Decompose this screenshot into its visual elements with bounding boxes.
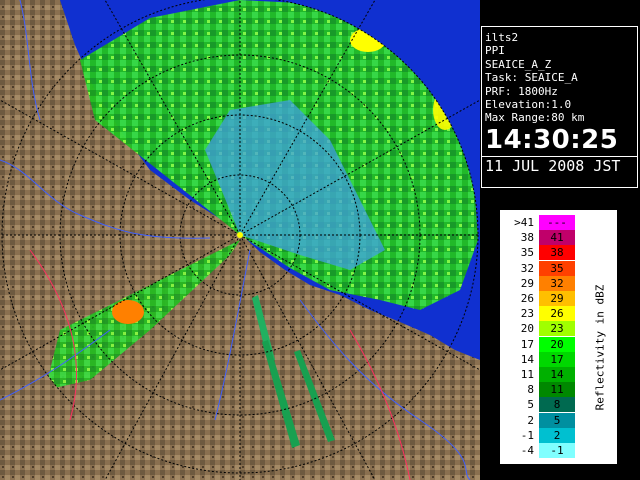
legend-high-value: 11 — [550, 383, 564, 397]
legend-low-value: 2 — [527, 413, 534, 427]
legend-row: 38 41 — [502, 230, 582, 246]
legend-low-value: 8 — [527, 383, 534, 397]
legend-row: -1 2 — [502, 427, 582, 443]
legend-row: -4 -1 — [502, 443, 582, 458]
legend-row: 32 35 — [502, 260, 582, 276]
legend-high-value: 14 — [550, 368, 564, 381]
legend-high-value: 41 — [550, 231, 564, 245]
legend-low-value: 14 — [520, 352, 534, 366]
legend-row: 25 — [502, 412, 582, 428]
legend-row: 20 23 — [502, 321, 582, 337]
legend-low-value: 20 — [520, 322, 534, 336]
site-name: ilts2 — [485, 31, 519, 44]
legend-low-value: -1 — [520, 428, 534, 442]
echo-core-orange — [112, 300, 144, 324]
elevation-value: Elevation:1.0 — [485, 98, 572, 112]
legend-row: 35 38 — [502, 245, 582, 261]
legend-row: 17 20 — [502, 336, 582, 352]
legend-unit-label: Reflectivity in dBZ — [583, 231, 617, 463]
legend-low-value: 5 — [527, 398, 534, 412]
legend-high-value: 29 — [550, 292, 564, 305]
scan-info-panel: ilts2 PPI SEAICE_A_Z Task: SEAICE_A PRF:… — [481, 26, 638, 188]
legend-row: 8 11 — [502, 382, 582, 398]
product-name: SEAICE_A_Z — [485, 57, 552, 71]
legend-high-value: 26 — [550, 307, 564, 321]
radar-site-marker — [237, 232, 243, 238]
legend-low-value: 26 — [520, 292, 534, 305]
legend-high-value: -1 — [550, 444, 564, 457]
legend-low-value: >41 — [514, 216, 534, 229]
legend-high-value: 5 — [553, 413, 561, 427]
legend-low-value: 17 — [520, 337, 534, 351]
legend-high-value: 38 — [550, 246, 564, 260]
legend-high-value: 17 — [550, 352, 564, 366]
task-name: Task: SEAICE_A — [485, 71, 578, 85]
legend-row: >41 --- — [502, 215, 582, 230]
legend-low-value: 29 — [520, 276, 534, 290]
legend-row: 23 26 — [502, 306, 582, 322]
legend-high-value: --- — [547, 216, 567, 229]
reflectivity-legend: >41 --- 38 41 35 38 32 35 29 32 26 29 23 26 20 23 17 20 14… — [500, 210, 617, 464]
legend-low-value: 23 — [520, 307, 534, 321]
radar-ppi-display — [0, 0, 480, 480]
legend-low-value: 38 — [520, 231, 534, 245]
legend-low-value: 32 — [520, 261, 534, 275]
legend-high-value: 32 — [550, 276, 564, 290]
legend-row: 11 14 — [502, 367, 582, 382]
scan-date: 11 JUL 2008 JST — [482, 155, 637, 175]
legend-high-value: 23 — [550, 322, 564, 336]
legend-row: 26 29 — [502, 291, 582, 306]
legend-low-value: 11 — [520, 368, 534, 381]
legend-high-value: 35 — [550, 261, 564, 275]
scan-mode: PPI — [485, 44, 505, 58]
legend-row: 14 17 — [502, 351, 582, 367]
legend-unit-text: Reflectivity in dBZ — [593, 284, 607, 410]
legend-high-value: 20 — [550, 337, 564, 351]
legend-row: 29 32 — [502, 275, 582, 291]
legend-row: 58 — [502, 397, 582, 413]
legend-low-value: -4 — [520, 444, 534, 457]
legend-low-value: 35 — [520, 246, 534, 260]
legend-high-value: 2 — [553, 428, 561, 442]
legend-high-value: 8 — [553, 398, 561, 412]
scan-time: 14:30:25 — [485, 124, 619, 155]
max-range-value: Max Range:80 km — [485, 111, 585, 125]
prf-value: PRF: 1800Hz — [485, 84, 558, 98]
